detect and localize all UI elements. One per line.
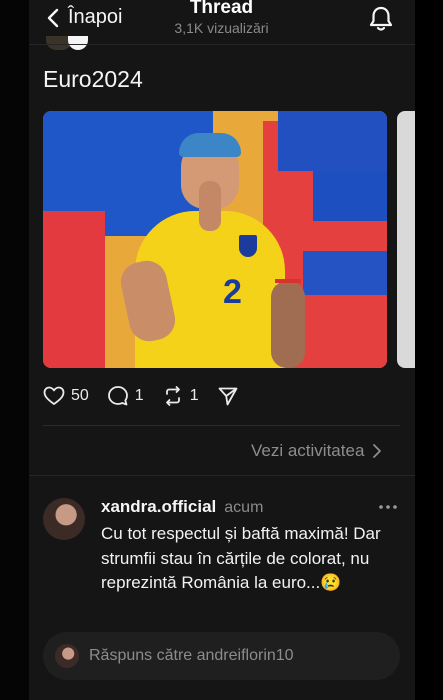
notifications-button[interactable]: [367, 5, 395, 38]
right-edge: [415, 0, 443, 700]
heart-icon: [43, 386, 65, 405]
next-image-preview[interactable]: [397, 111, 415, 368]
comment-icon: [107, 386, 128, 406]
like-button[interactable]: 50: [43, 386, 89, 406]
header-divider: [29, 44, 415, 45]
reply-header: xandra.official acum: [101, 497, 263, 517]
reply-timestamp: acum: [224, 499, 264, 516]
post-actions: 50 1 1: [43, 385, 257, 407]
more-icon: [379, 505, 397, 509]
reply-text: Cu tot respectul și baftă maximă! Dar st…: [101, 524, 381, 592]
reply-username[interactable]: xandra.official: [101, 497, 216, 517]
post-text: Euro2024: [43, 66, 143, 92]
like-count: 50: [71, 387, 89, 404]
author-avatar-peek[interactable]: [46, 36, 90, 50]
repost-count: 1: [189, 387, 199, 404]
more-options-button[interactable]: [378, 498, 398, 516]
repost-icon: [165, 386, 180, 406]
section-divider: [29, 475, 415, 476]
view-activity-label: Vezi activitatea: [251, 441, 365, 460]
actions-divider: [43, 425, 400, 426]
reply-composer[interactable]: Răspuns către andreiflorin10: [43, 632, 400, 680]
reply-input-placeholder: Răspuns către andreiflorin10: [89, 647, 294, 664]
post-image[interactable]: 2: [43, 111, 387, 368]
repost-button[interactable]: 1: [162, 385, 199, 407]
comment-button[interactable]: 1: [107, 385, 144, 407]
share-button[interactable]: [217, 385, 239, 407]
send-icon: [218, 387, 238, 406]
jersey-number: 2: [223, 273, 242, 311]
bell-icon: [369, 6, 393, 31]
comment-count: 1: [134, 387, 144, 404]
view-activity-link[interactable]: Vezi activitatea: [251, 441, 382, 461]
reply-avatar[interactable]: [43, 498, 85, 540]
composer-avatar: [55, 644, 79, 668]
chevron-right-icon: [373, 444, 382, 458]
